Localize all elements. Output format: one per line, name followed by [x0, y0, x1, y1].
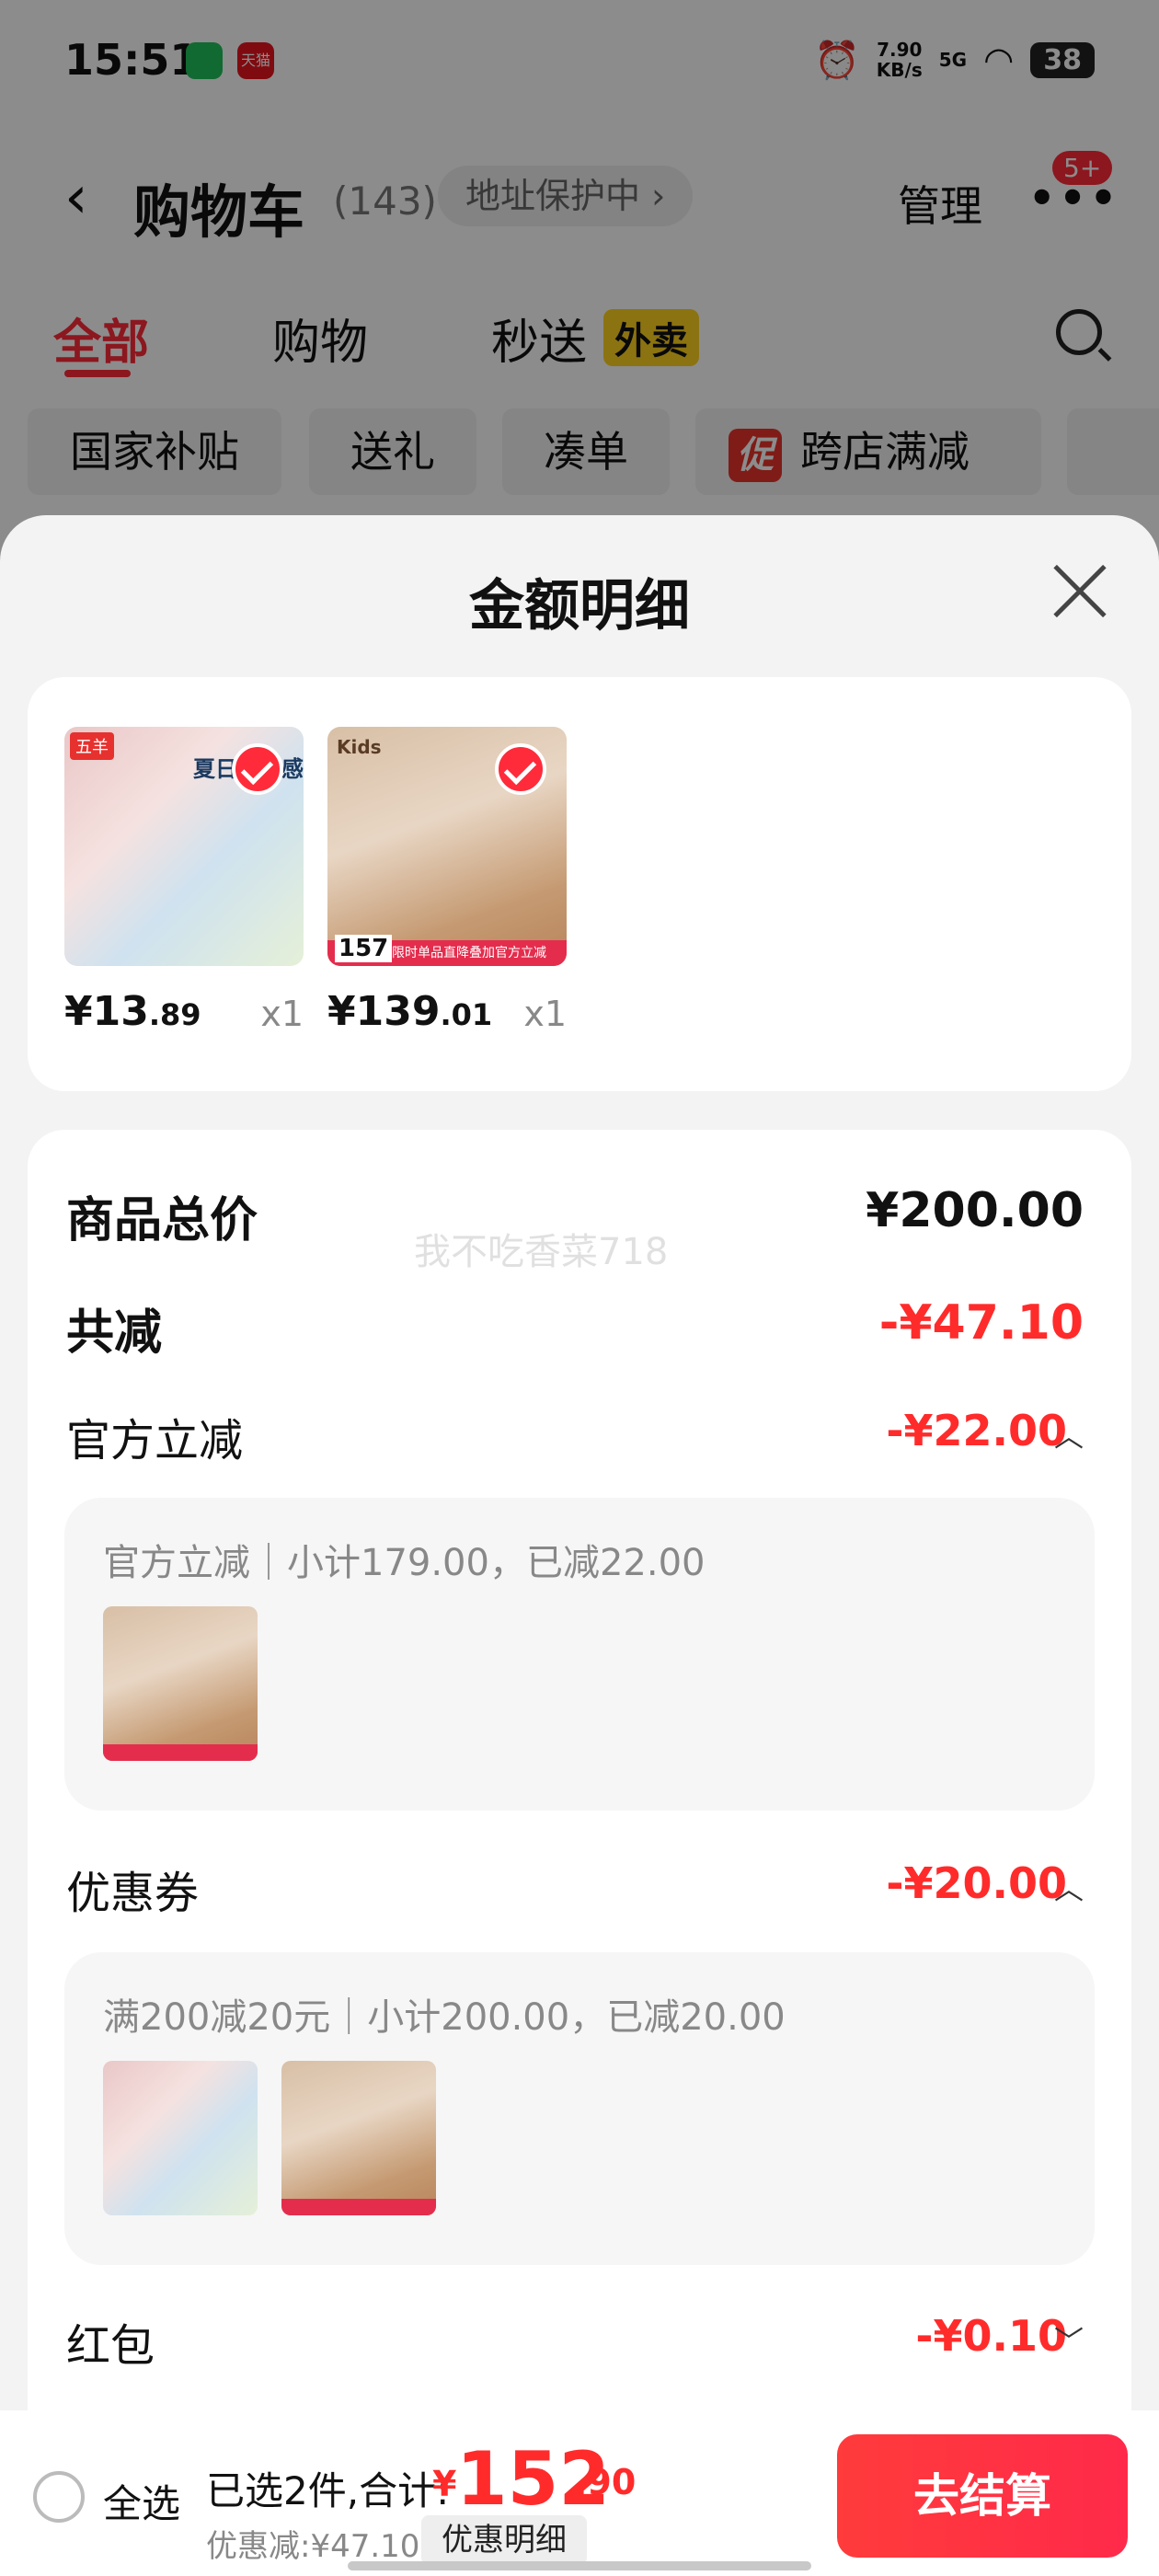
coupon-label: 优惠券	[66, 1868, 200, 1919]
product-qty: x1	[260, 994, 304, 1034]
chevron-up-icon[interactable]: ︿	[1054, 1413, 1084, 1455]
price-dec: .89	[148, 997, 201, 1032]
modal-overlay[interactable]	[0, 0, 1159, 589]
checkout-bar: 全选 已选2件,合计: ¥ 152 .90 优惠减:¥47.10 优惠明细 去结…	[0, 2410, 1159, 2576]
product-thumbnail[interactable]	[281, 2061, 436, 2215]
amount-detail-sheet: 金额明细 五羊 夏日新轻感 ¥13.89 x1 Kids 限时单品直降叠加官方立…	[0, 515, 1159, 2576]
discount-total-row: 共减 -¥47.10	[66, 1284, 1122, 1361]
red-packet-value: -¥0.10	[915, 2311, 1067, 2361]
discount-total-value: -¥47.10	[878, 1295, 1084, 1351]
red-packet-label: 红包	[66, 2320, 155, 2372]
official-discount-label: 官方立减	[66, 1415, 244, 1466]
coupon-detail-text: 满200减20元｜小计200.00，已减20.00	[103, 1996, 786, 2039]
price-dec: .01	[440, 997, 493, 1032]
chevron-down-icon[interactable]: ﹀	[1054, 2318, 1084, 2361]
brand-logo: 五羊	[70, 732, 114, 760]
product-badge-number: 157	[335, 935, 393, 962]
coupon-row[interactable]: 优惠券 -¥20.00 ︿	[66, 1847, 1122, 1921]
discount-detail-button[interactable]: 优惠明细	[421, 2515, 587, 2565]
brand-logo: Kids	[337, 736, 382, 758]
selected-products-card: 五羊 夏日新轻感 ¥13.89 x1 Kids 限时单品直降叠加官方立减12% …	[28, 677, 1131, 1091]
price-int: ¥139	[327, 988, 441, 1035]
select-all-label[interactable]: 全选	[103, 2473, 180, 2529]
total-amount-decimal: .90	[574, 2462, 637, 2502]
product-thumbnail[interactable]	[103, 1606, 258, 1761]
product-thumbnail[interactable]	[103, 2061, 258, 2215]
official-discount-detail-text: 官方立减｜小计179.00，已减22.00	[103, 1542, 706, 1584]
amount-breakdown-card: 我不吃香菜718 商品总价 ¥200.00 共减 -¥47.10 官方立减 -¥…	[28, 1130, 1131, 2576]
product-item[interactable]: 五羊 夏日新轻感 ¥13.89 x1	[64, 727, 304, 1052]
product-price: ¥139.01	[327, 988, 492, 1035]
product-price: ¥13.89	[64, 988, 201, 1035]
total-price-value: ¥200.00	[866, 1183, 1084, 1238]
discount-total-label: 共减	[66, 1305, 163, 1361]
red-packet-row[interactable]: 红包 -¥0.10 ﹀	[66, 2300, 1122, 2374]
coupon-detail: 满200减20元｜小计200.00，已减20.00	[64, 1952, 1095, 2265]
coupon-value: -¥20.00	[886, 1858, 1067, 1908]
total-price-label: 商品总价	[66, 1193, 258, 1248]
product-item[interactable]: Kids 限时单品直降叠加官方立减12% 157 ¥139.01 x1	[327, 727, 567, 1052]
product-promo-band	[103, 1744, 258, 1761]
official-discount-row[interactable]: 官方立减 -¥22.00 ︿	[66, 1395, 1122, 1468]
price-int: ¥13	[64, 988, 149, 1035]
chevron-up-icon[interactable]: ︿	[1054, 1866, 1084, 1908]
selected-check-icon[interactable]	[232, 743, 283, 795]
total-price-row: 商品总价 ¥200.00	[66, 1172, 1122, 1248]
product-price-row: ¥139.01 x1	[327, 979, 567, 1052]
saved-amount: 优惠减:¥47.10	[206, 2528, 420, 2565]
total-currency: ¥	[432, 2464, 457, 2504]
home-indicator[interactable]	[348, 2561, 811, 2570]
product-price-row: ¥13.89 x1	[64, 979, 304, 1052]
official-discount-detail: 官方立减｜小计179.00，已减22.00	[64, 1498, 1095, 1811]
product-promo-band	[281, 2199, 436, 2215]
select-all-radio[interactable]	[33, 2471, 85, 2523]
official-discount-value: -¥22.00	[886, 1406, 1067, 1455]
close-icon[interactable]	[1050, 563, 1109, 622]
product-image: Kids 限时单品直降叠加官方立减12% 157	[327, 727, 567, 966]
product-qty: x1	[523, 994, 567, 1034]
selected-check-icon[interactable]	[495, 743, 546, 795]
checkout-button[interactable]: 去结算	[837, 2434, 1128, 2558]
sheet-title: 金额明细	[469, 574, 690, 638]
product-image: 五羊 夏日新轻感	[64, 727, 304, 966]
selection-summary: 已选2件,合计:	[206, 2468, 450, 2513]
